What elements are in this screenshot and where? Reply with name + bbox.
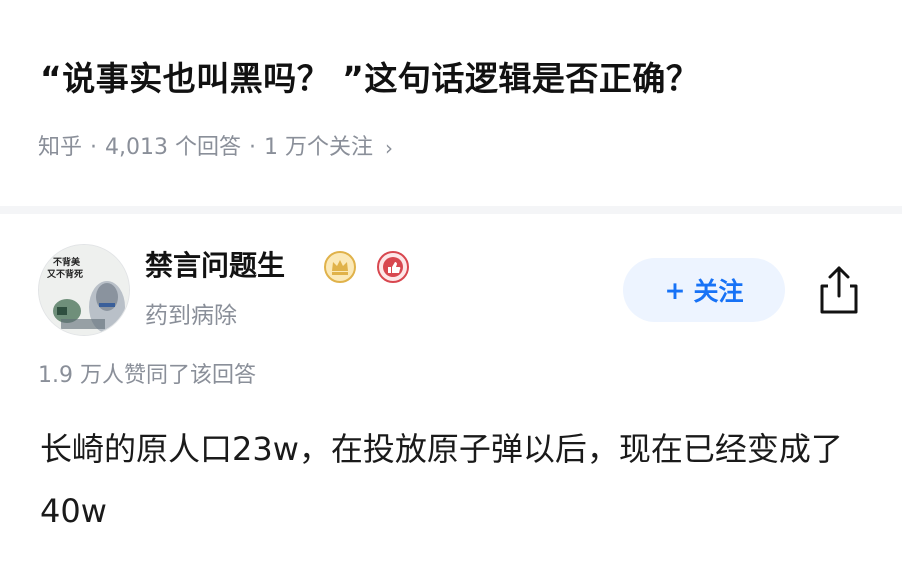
chevron-right-icon: › [385,136,393,160]
meta-separator: · [249,135,256,160]
question-header: “说事实也叫黑吗？ ”这句话逻辑是否正确？ 知乎 · 4,013 个回答 · 1… [0,0,902,206]
follow-label: 关注 [693,277,744,306]
share-icon[interactable] [816,262,862,318]
avatar[interactable]: 不背美 又不背死 [38,244,130,336]
author-bio: 药到病除 [145,303,237,329]
avatar-image: 不背美 又不背死 [39,245,129,335]
meta-separator: · [90,135,98,160]
avatar-text-1: 不背美 [53,256,81,268]
avatar-text-2: 又不背死 [46,268,83,280]
question-meta[interactable]: 知乎 · 4,013 个回答 · 1 万个关注 › [38,130,393,166]
like-badge-icon[interactable] [376,250,410,284]
source-label: 知乎 [38,135,83,160]
crown-badge-icon[interactable] [323,250,357,284]
author-name[interactable]: 禁言问题生 [145,246,285,286]
upvote-summary: 1.9 万人赞同了该回答 [38,363,256,388]
answer-count: 4,013 个回答 [105,135,241,160]
follow-button[interactable]: + 关注 [623,258,785,322]
follower-count: 1 万个关注 [264,135,373,160]
answer-body[interactable]: 长崎的原人口23w，在投放原子弹以后，现在已经变成了40w [40,418,860,542]
plus-icon: + [664,275,686,305]
section-divider [0,206,902,214]
question-title[interactable]: “说事实也叫黑吗？ ”这句话逻辑是否正确？ [40,54,872,104]
